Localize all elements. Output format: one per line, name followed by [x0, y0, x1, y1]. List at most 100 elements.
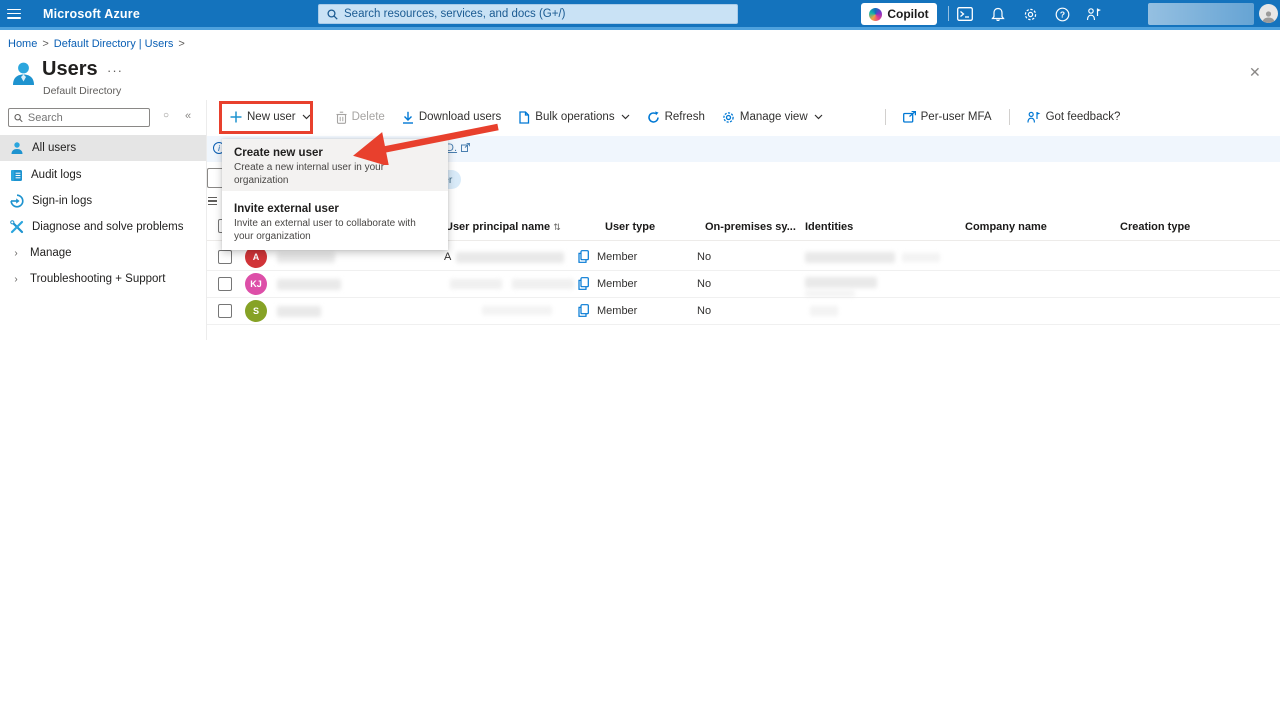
menu-item-create-new-user[interactable]: Create new user Create a new internal us… — [222, 139, 448, 191]
sidebar-item-label: Diagnose and solve problems — [32, 221, 184, 233]
row-checkbox[interactable] — [218, 304, 232, 318]
column-header-identities[interactable]: Identities — [805, 221, 853, 233]
breadcrumb-current-link[interactable]: Default Directory | Users — [54, 38, 174, 50]
help-icon[interactable]: ? — [1053, 5, 1071, 23]
topbar-divider — [948, 6, 949, 21]
sidebar-search-input[interactable] — [8, 108, 150, 127]
refresh-button[interactable]: Refresh — [647, 111, 705, 124]
bulk-operations-icon — [518, 111, 530, 124]
avatar: S — [245, 300, 267, 322]
on-premises-cell: No — [697, 305, 711, 317]
user-avatar[interactable] — [1259, 4, 1278, 23]
sidebar-search-field[interactable] — [28, 112, 144, 124]
chevron-right-icon: › — [10, 274, 22, 285]
new-user-button[interactable]: New user — [222, 111, 319, 123]
sidebar-item-label: Manage — [30, 247, 72, 259]
download-users-button[interactable]: Download users — [402, 111, 501, 124]
sidebar-item-all-users[interactable]: All users — [0, 135, 206, 161]
sidebar-item-troubleshooting[interactable]: › Troubleshooting + Support — [0, 266, 206, 292]
sidebar: ○ « All users Audit logs Sign-in logs — [0, 100, 206, 717]
users-page-icon — [10, 60, 37, 87]
close-blade-icon[interactable]: ✕ — [1249, 64, 1261, 81]
sidebar-item-audit-logs[interactable]: Audit logs — [0, 162, 206, 188]
download-icon — [402, 111, 414, 124]
got-feedback-label: Got feedback? — [1046, 111, 1121, 123]
hamburger-menu-icon[interactable] — [7, 9, 21, 19]
redacted-display-name — [277, 252, 335, 263]
redacted-display-name — [277, 279, 341, 290]
toolbar-divider — [885, 109, 886, 125]
redacted-identities — [805, 290, 855, 297]
redacted-upn — [512, 279, 574, 289]
sidebar-collapse-icon[interactable]: « — [185, 110, 191, 122]
delete-label: Delete — [352, 111, 385, 123]
per-user-mfa-label: Per-user MFA — [921, 111, 992, 123]
column-header-on-premises[interactable]: On-premises sy... — [705, 221, 796, 233]
row-checkbox[interactable] — [218, 250, 232, 264]
toolbar-divider — [1009, 109, 1010, 125]
filter-icon[interactable] — [208, 197, 217, 205]
download-users-label: Download users — [419, 111, 501, 123]
breadcrumb-separator: > — [42, 38, 48, 50]
sidebar-item-sign-in-logs[interactable]: Sign-in logs — [0, 188, 206, 214]
sidebar-item-label: All users — [32, 142, 76, 154]
redacted-identities — [810, 306, 838, 316]
settings-gear-icon[interactable] — [1021, 5, 1039, 23]
page-title: Users — [42, 58, 98, 81]
breadcrumb-separator: > — [178, 38, 184, 50]
sidebar-item-label: Sign-in logs — [32, 195, 92, 207]
column-header-user-type[interactable]: User type — [605, 221, 655, 233]
global-search-input[interactable]: Search resources, services, and docs (G+… — [318, 4, 738, 24]
redacted-identities — [902, 253, 940, 262]
per-user-mfa-button[interactable]: Per-user MFA — [903, 111, 992, 123]
redacted-identities — [805, 277, 877, 288]
copy-icon[interactable] — [578, 250, 589, 263]
refresh-label: Refresh — [665, 111, 705, 123]
breadcrumb-home-link[interactable]: Home — [8, 38, 37, 50]
menu-item-invite-external-user[interactable]: Invite external user Invite an external … — [222, 195, 448, 250]
avatar: KJ — [245, 273, 267, 295]
table-row[interactable] — [207, 298, 1280, 325]
feedback-icon[interactable] — [1085, 5, 1103, 23]
column-header-upn[interactable]: User principal name ⇅ — [445, 221, 561, 233]
sidebar-item-manage[interactable]: › Manage — [0, 240, 206, 266]
delete-button[interactable]: Delete — [336, 111, 385, 124]
sidebar-mini-circle-icon[interactable]: ○ — [163, 110, 169, 121]
upn-cell: A — [444, 251, 451, 263]
got-feedback-button[interactable]: Got feedback? — [1027, 111, 1121, 123]
menu-item-title: Invite external user — [234, 203, 436, 215]
sidebar-item-label: Audit logs — [31, 169, 82, 181]
manage-view-button[interactable]: Manage view — [722, 111, 823, 124]
page-subtitle: Default Directory — [43, 85, 121, 97]
global-search-placeholder: Search resources, services, and docs (G+… — [344, 8, 565, 20]
copilot-label: Copilot — [887, 7, 928, 21]
manage-view-label: Manage view — [740, 111, 808, 123]
menu-item-description: Create a new internal user in your organ… — [234, 162, 436, 187]
column-header-company-name[interactable]: Company name — [965, 221, 1047, 233]
cloud-shell-icon[interactable] — [956, 5, 974, 23]
plus-icon — [230, 111, 242, 123]
user-type-cell: Member — [597, 278, 637, 290]
bulk-operations-button[interactable]: Bulk operations — [518, 111, 629, 124]
search-icon — [14, 113, 23, 123]
row-checkbox[interactable] — [218, 277, 232, 291]
title-more-icon[interactable]: ··· — [107, 63, 123, 78]
copilot-icon — [869, 8, 882, 21]
notifications-bell-icon[interactable] — [989, 5, 1007, 23]
column-header-creation-type[interactable]: Creation type — [1120, 221, 1190, 233]
sort-icon: ⇅ — [553, 222, 561, 232]
copilot-button[interactable]: Copilot — [861, 3, 937, 25]
sidebar-item-diagnose[interactable]: Diagnose and solve problems — [0, 214, 206, 240]
copy-icon[interactable] — [578, 277, 589, 290]
copy-icon[interactable] — [578, 304, 589, 317]
table-row[interactable] — [207, 271, 1280, 298]
new-user-dropdown-menu: Create new user Create a new internal us… — [222, 139, 448, 250]
new-user-label: New user — [247, 111, 296, 123]
external-link-icon[interactable] — [461, 143, 470, 152]
svg-text:?: ? — [1059, 9, 1064, 19]
refresh-icon — [647, 111, 660, 124]
bulk-operations-label: Bulk operations — [535, 111, 614, 123]
sign-in-logs-icon — [10, 194, 24, 208]
chevron-down-icon — [621, 114, 630, 120]
azure-portal-window: Microsoft Azure Search resources, servic… — [0, 0, 1280, 717]
